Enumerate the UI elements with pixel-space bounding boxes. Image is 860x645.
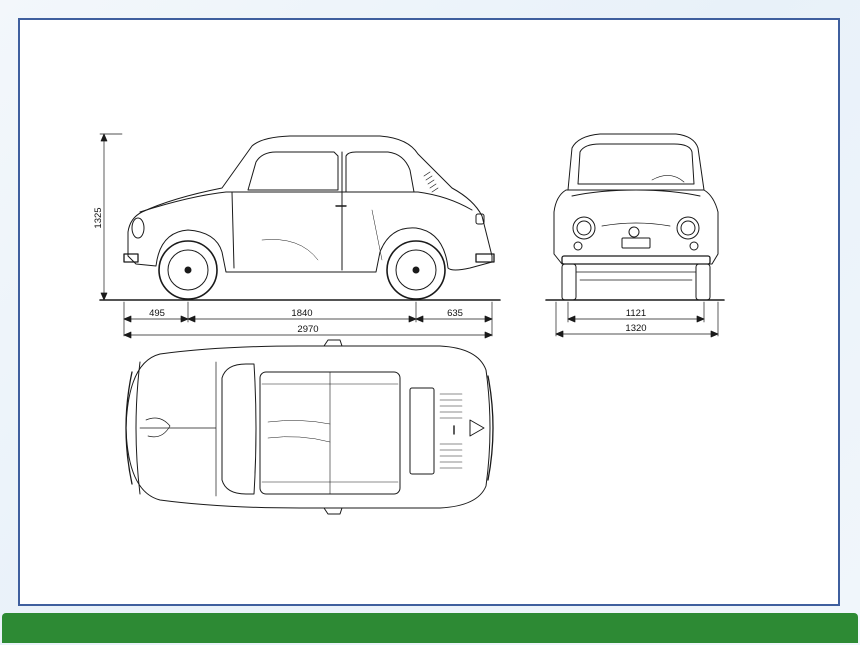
front-overhang-dimension: 495 [149,308,165,319]
front-view [545,133,725,301]
car-blueprint-drawing: 1325 495 1840 635 2970 1121 1320 [93,133,725,515]
top-body-outline [125,345,491,509]
top-view [125,339,494,515]
top-windshield [221,363,257,495]
overall-length-dimension: 2970 [297,324,318,335]
front-side-window [247,151,339,191]
height-dimension: 1325 [93,207,104,228]
side-view [99,135,501,301]
left-headlight [572,216,596,240]
rear-side-window [345,151,415,193]
wheelbase-dimension: 1840 [291,308,312,319]
top-rear-window [409,387,435,475]
overall-width-dimension: 1320 [625,323,646,334]
track-dimension: 1121 [626,308,646,319]
windshield [577,143,695,185]
front-bumper [561,255,711,265]
rear-overhang-dimension: 635 [447,308,463,319]
right-headlight [676,216,700,240]
